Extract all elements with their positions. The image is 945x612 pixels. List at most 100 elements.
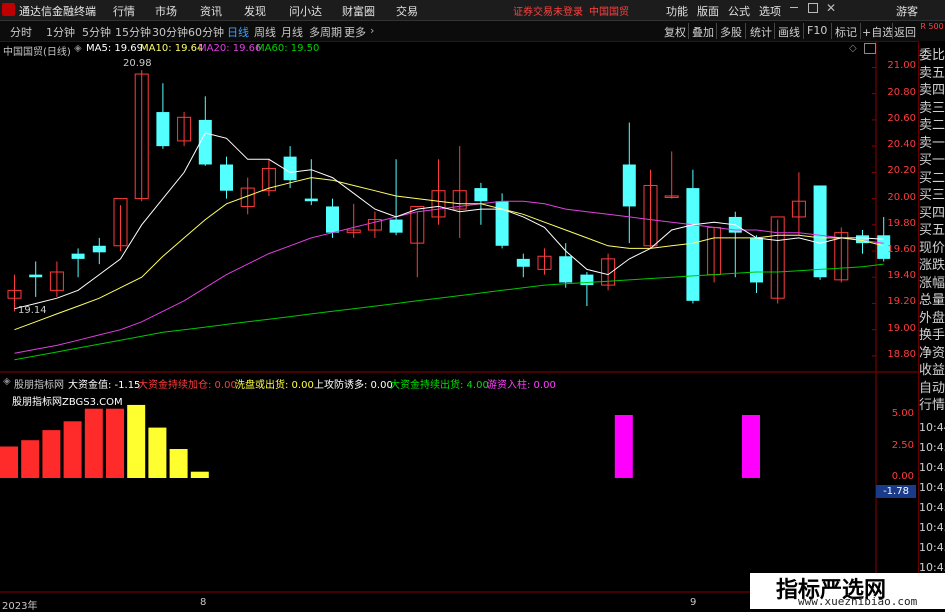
diamond-icon[interactable]: ◇	[849, 43, 857, 54]
indicator-bar	[42, 430, 61, 478]
quote-panel-label[interactable]: 买四	[919, 202, 945, 221]
ma60-label: MA60: 19.50	[256, 43, 320, 54]
quote-panel-label[interactable]: 涨幅	[919, 272, 945, 291]
candle-body	[559, 256, 573, 283]
divider	[860, 23, 861, 39]
quote-panel-label[interactable]: 自动	[919, 377, 945, 396]
period-more[interactable]: 更多	[344, 24, 366, 40]
candle-body	[389, 219, 403, 233]
quote-panel-label[interactable]: 外盘	[919, 307, 945, 326]
indicator-name: 股朋指标网	[14, 380, 64, 391]
tool-duogu[interactable]: 多股	[720, 24, 742, 40]
menu-faxian[interactable]: 发现	[244, 3, 266, 19]
divider	[831, 23, 832, 39]
quote-panel-label[interactable]: 卖三	[919, 97, 945, 116]
quote-panel-label[interactable]: 卖一	[919, 132, 945, 151]
quote-panel-label[interactable]: 涨跌	[919, 254, 945, 273]
divider	[892, 23, 893, 39]
ma20-label: MA20: 19.66	[198, 43, 262, 54]
price-tick-label: 19.00	[887, 322, 916, 334]
indicator-bar	[63, 421, 82, 478]
indicator-bar	[84, 408, 103, 478]
quote-panel-label[interactable]: 买二	[919, 167, 945, 186]
period-15min[interactable]: 15分钟	[115, 24, 151, 40]
close-icon[interactable]: ✕	[826, 1, 836, 15]
menu-zixun[interactable]: 资讯	[200, 3, 222, 19]
period-fenshi[interactable]: 分时	[10, 24, 32, 40]
indicator-site-text: 股朋指标网ZBGS3.COM	[12, 397, 123, 408]
quote-panel-label[interactable]: 净资	[919, 342, 945, 361]
indicator-bar	[106, 408, 124, 478]
menu-banmian[interactable]: 版面	[697, 3, 719, 19]
quote-panel-label[interactable]: 现价	[919, 237, 945, 256]
chevron-right-icon[interactable]: ›	[370, 24, 374, 37]
indicator-settings-icon[interactable]: ◈	[3, 376, 11, 387]
tool-biaoji[interactable]: 标记	[835, 24, 857, 40]
tool-huaxian[interactable]: 画线	[778, 24, 800, 40]
period-daily[interactable]: 日线	[227, 24, 249, 40]
login-status[interactable]: 证券交易未登录	[513, 3, 583, 18]
indicator-item-chuhuo: 大资金持续出货: 4.00	[390, 380, 489, 391]
period-5min[interactable]: 5分钟	[82, 24, 111, 40]
quote-panel-label[interactable]: 换手	[919, 324, 945, 343]
high-price-marker: 20.98	[123, 58, 152, 69]
quote-panel-label[interactable]: 买三	[919, 184, 945, 203]
period-weekly[interactable]: 周线	[254, 24, 276, 40]
indicator-bar	[21, 440, 40, 478]
quote-panel-label[interactable]: 收益	[919, 359, 945, 378]
period-multi[interactable]: 多周期	[309, 24, 342, 40]
candle-body	[304, 198, 318, 202]
big-money-value: 大资金值: -1.15	[68, 380, 141, 391]
period-30min[interactable]: 30分钟	[152, 24, 188, 40]
price-tick-label: 18.80	[887, 348, 916, 360]
candle-body	[622, 164, 636, 207]
period-1min[interactable]: 1分钟	[46, 24, 75, 40]
quote-panel-label[interactable]: 委比	[919, 44, 945, 63]
period-60min[interactable]: 60分钟	[188, 24, 224, 40]
chart-settings-icon[interactable]: ◈	[74, 43, 82, 54]
period-monthly[interactable]: 月线	[281, 24, 303, 40]
quote-panel-label[interactable]: 买一	[919, 149, 945, 168]
price-tick-label: 20.60	[887, 112, 916, 124]
tool-back[interactable]: 返回	[894, 24, 916, 40]
menu-jiaoyi[interactable]: 交易	[396, 3, 418, 19]
candle-body	[29, 274, 43, 278]
guest-user[interactable]: 游客	[896, 3, 918, 19]
tool-tongji[interactable]: 统计	[750, 24, 772, 40]
price-tick-label: 20.80	[887, 86, 916, 98]
menu-gongshi[interactable]: 公式	[728, 3, 750, 19]
maximize-icon[interactable]	[808, 3, 818, 13]
current-stock-name: 中国国贸	[589, 7, 629, 18]
quote-panel-label[interactable]: 卖五	[919, 62, 945, 81]
quote-panel-label[interactable]: 行情	[919, 394, 945, 413]
expand-icon[interactable]	[864, 43, 876, 54]
quote-panel-label[interactable]: 买五	[919, 219, 945, 238]
divider	[688, 23, 689, 39]
watermark-badge: 指标严选网 www.xuezhibiao.com	[750, 573, 945, 609]
quote-panel-label[interactable]: 卖二	[919, 114, 945, 133]
menu-hangqing[interactable]: 行情	[113, 3, 135, 19]
tool-add-watchlist[interactable]: +自选	[862, 24, 893, 40]
quote-panel-label[interactable]: 卖四	[919, 79, 945, 98]
minimize-icon[interactable]	[790, 7, 798, 8]
tool-fuquan[interactable]: 复权	[664, 24, 686, 40]
menu-caifuquan[interactable]: 财富圈	[342, 3, 375, 19]
menu-xuanxiang[interactable]: 选项	[759, 3, 781, 19]
menu-wenxiaoda[interactable]: 问小达	[289, 3, 322, 19]
divider	[774, 23, 775, 39]
candle-body	[813, 185, 827, 278]
price-tick-label: 19.20	[887, 296, 916, 308]
candle-body	[283, 156, 297, 181]
tool-diejia[interactable]: 叠加	[692, 24, 714, 40]
tick-time-label: 10:45	[919, 481, 945, 494]
quote-panel-label[interactable]: 总量	[919, 289, 945, 308]
tick-time-label: 10:44	[919, 421, 945, 434]
menu-shichang[interactable]: 市场	[155, 3, 177, 19]
candle-body	[686, 188, 700, 301]
tool-f10[interactable]: F10	[807, 24, 827, 37]
indicator-bar	[742, 415, 760, 478]
menu-gongneng[interactable]: 功能	[666, 3, 688, 19]
indicator-tick-label: 0.00	[891, 471, 914, 482]
kline-chart[interactable]	[0, 41, 918, 609]
corner-badge: R 500	[920, 22, 944, 31]
